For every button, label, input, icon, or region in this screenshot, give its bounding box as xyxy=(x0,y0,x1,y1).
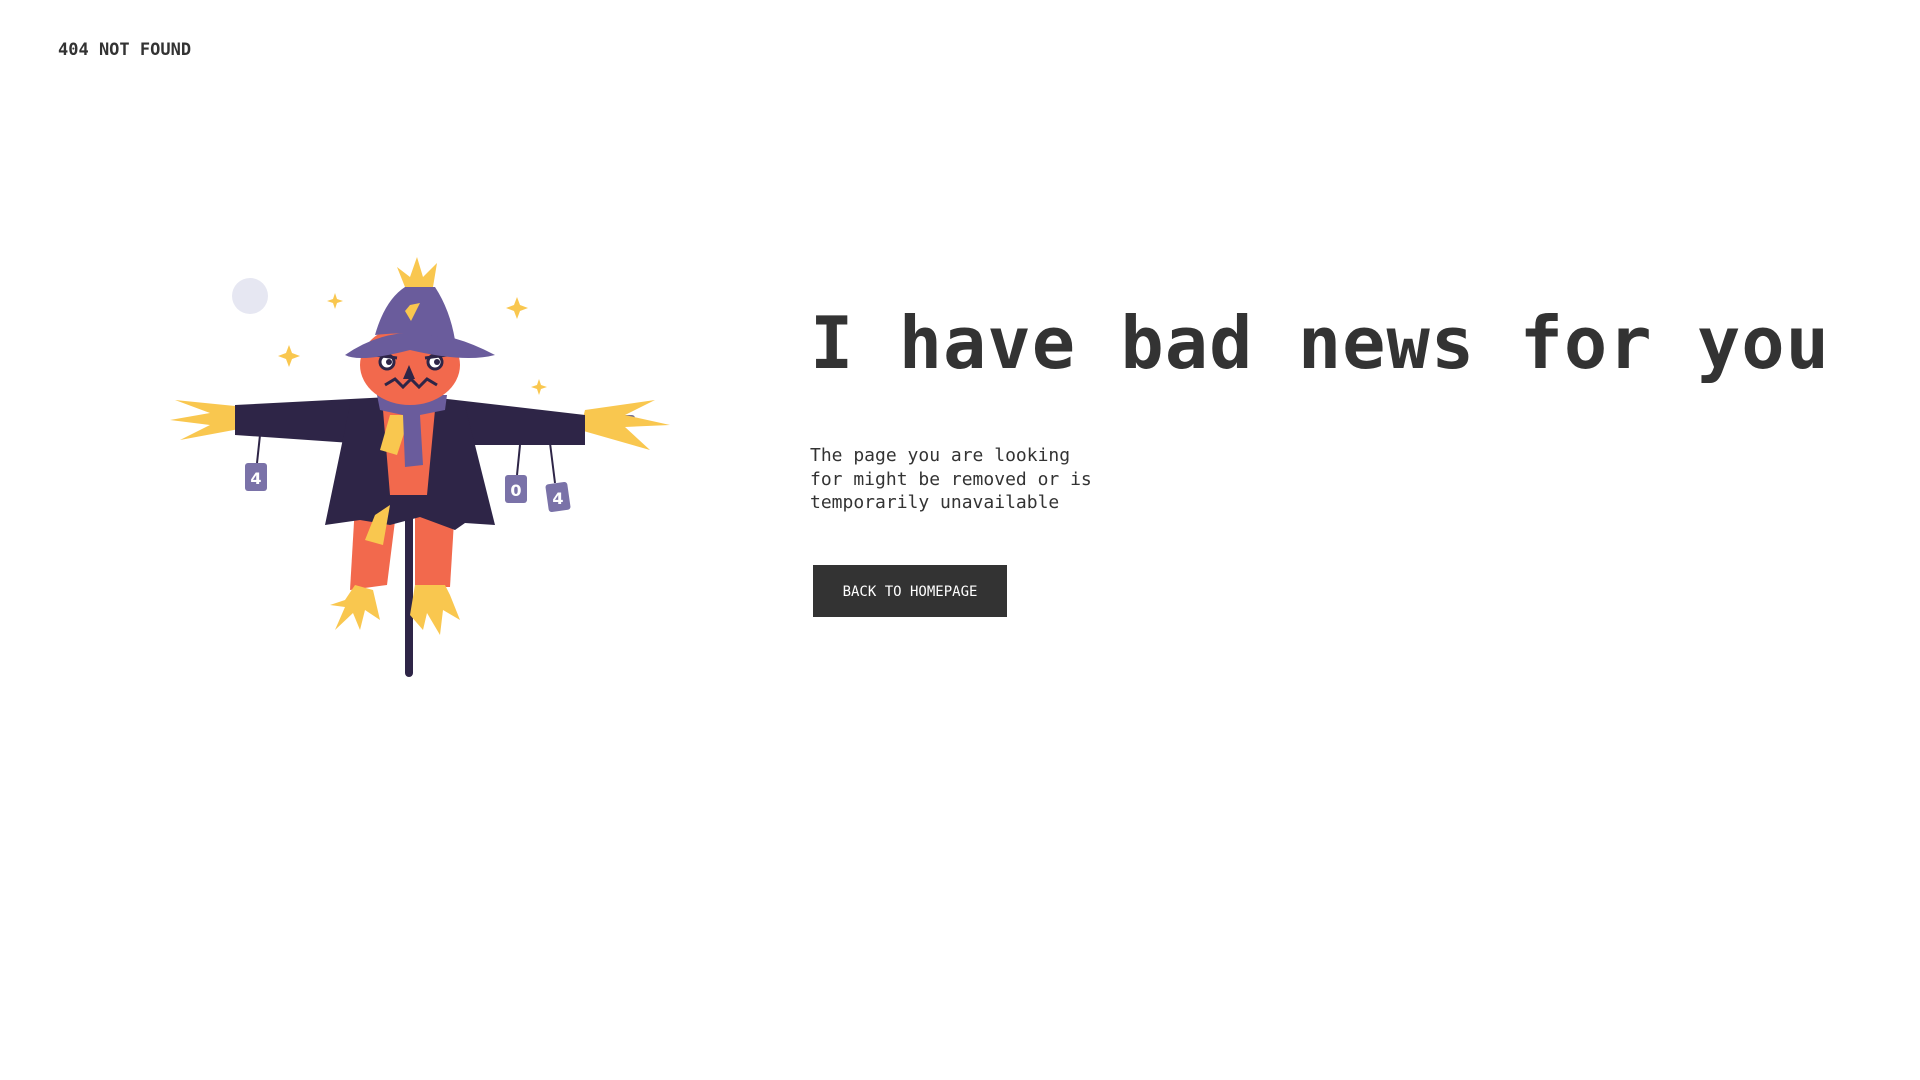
can-label: 4 xyxy=(552,489,563,508)
moon-icon xyxy=(232,278,268,314)
can-label: 0 xyxy=(510,481,521,500)
right-foot-straw xyxy=(410,585,460,635)
scarecrow-illustration: 4 0 4 xyxy=(170,257,670,677)
page-headline: I have bad news for you xyxy=(810,301,1830,385)
sparkle-icon xyxy=(327,293,343,309)
right-hand-straw xyxy=(580,400,670,450)
hat-top xyxy=(375,287,455,340)
hat-straw xyxy=(397,257,437,287)
site-title: 404 NOT FOUND xyxy=(58,40,192,60)
sparkle-icon xyxy=(278,345,300,367)
left-foot-straw xyxy=(330,585,380,630)
can-right: 4 xyxy=(545,442,571,513)
page: 404 NOT FOUND 4 0 4 I have bad news for … xyxy=(0,0,1920,1080)
content: I have bad news for you The page you are… xyxy=(810,300,1830,617)
error-message: The page you are looking for might be re… xyxy=(810,445,1092,514)
can-label: 4 xyxy=(250,469,261,488)
back-to-homepage-button[interactable]: BACK TO HOMEPAGE xyxy=(813,564,1007,617)
can-left: 4 xyxy=(245,434,267,491)
sparkle-icon xyxy=(531,379,547,395)
can-middle: 0 xyxy=(505,444,527,503)
sparkle-icon xyxy=(506,297,528,319)
